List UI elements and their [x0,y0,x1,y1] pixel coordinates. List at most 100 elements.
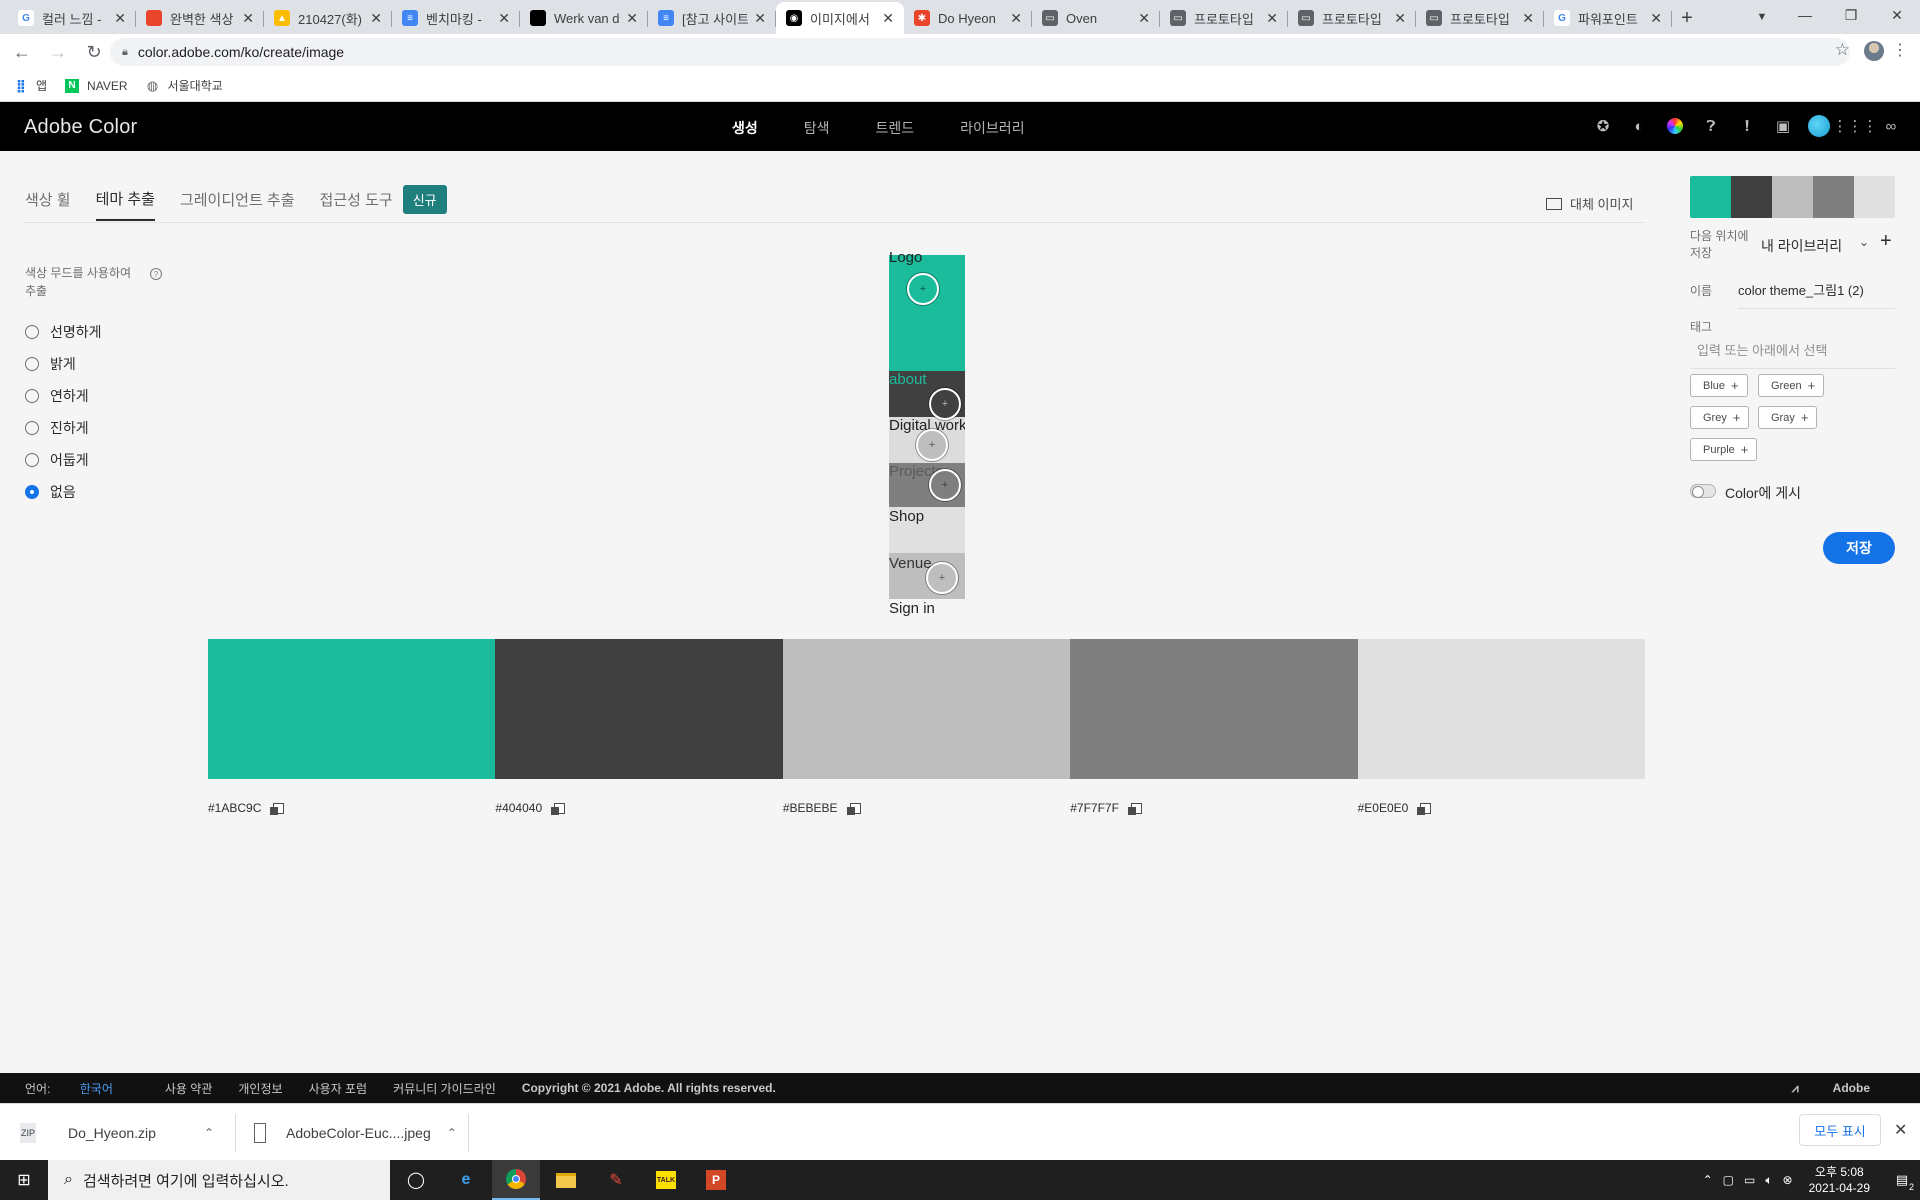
feedback-icon[interactable]: ❗︎ [1736,115,1758,137]
color-swatch[interactable] [1070,639,1358,779]
close-tab-icon[interactable]: ✕ [1650,10,1662,27]
theme-name-input[interactable]: color theme_그림1 (2) [1738,280,1895,309]
tab-accessibility[interactable]: 접근성 도구 [320,187,393,220]
mood-option[interactable]: 연하게 [25,380,102,412]
nav-library[interactable]: 라이브러리 [960,118,1024,138]
mood-option[interactable]: 없음 [25,476,102,508]
copy-icon[interactable] [846,802,861,815]
kakaotalk-icon[interactable]: TALK [642,1160,690,1200]
chevron-down-icon[interactable]: ⌄ [1859,235,1869,249]
bookmark-star-icon[interactable]: ☆ [1835,40,1850,60]
color-picker-4[interactable]: + [929,469,961,501]
avatar-icon[interactable] [1808,115,1830,137]
tray-status-icon[interactable]: ⊗ [1783,1173,1793,1187]
library-select[interactable]: 내 라이브러리 [1761,236,1842,256]
chevron-up-icon[interactable]: ⌃ [447,1126,457,1140]
browser-tab[interactable]: G 컬러 느낌 - ✕ [8,2,136,34]
taskbar-search[interactable]: ⌕ 검색하려면 여기에 입력하십시오. [48,1160,390,1200]
windows-start-icon[interactable]: ⊞ [0,1160,48,1200]
mood-option[interactable]: 선명하게 [25,316,102,348]
footer-link-terms[interactable]: 사용 약관 [165,1080,213,1097]
copy-icon[interactable] [1127,802,1142,815]
color-swatch[interactable] [495,639,783,779]
hex-code[interactable]: #E0E0E0 [1358,801,1409,815]
browser-tab[interactable]: ◉ 이미지에서 ✕ [776,2,904,34]
task-view-icon[interactable]: ◯ [392,1160,440,1200]
tab-extract-theme[interactable]: 테마 추출 [95,186,155,221]
menu-icon[interactable]: ⋮ [1892,40,1908,60]
radio-button[interactable] [25,485,39,499]
back-icon[interactable]: ← [4,34,40,70]
close-tab-icon[interactable]: ✕ [626,10,638,27]
footer-link-forum[interactable]: 사용자 포럼 [309,1080,368,1097]
brand-title[interactable]: Adobe Color [24,116,137,139]
browser-tab[interactable]: Werk van d ✕ [520,2,648,34]
address-bar[interactable]: 🔒︎ color.adobe.com/ko/create/image [110,38,1850,66]
browser-tab[interactable]: ≡ 벤치마킹 - ✕ [392,2,520,34]
ie-icon[interactable]: e [442,1160,490,1200]
download-item[interactable]: ZIP Do_Hyeon.zip ⌃ [20,1104,220,1161]
bookmark-naver[interactable]: N NAVER [65,78,128,93]
tray-device-icon[interactable]: ▢ [1723,1173,1734,1187]
creative-cloud-icon[interactable]: ∞ [1880,115,1902,137]
replace-image-button[interactable]: 대체 이미지 [1546,194,1633,213]
copy-icon[interactable] [551,802,566,815]
bookmark-apps[interactable]: ⣿ 앱 [14,77,47,94]
close-tab-icon[interactable]: ✕ [370,10,382,27]
close-download-bar-icon[interactable]: ✕ [1894,1120,1907,1140]
network-icon[interactable]: ▭ [1744,1173,1755,1187]
clock[interactable]: 오후 5:08 2021-04-29 [1809,1164,1870,1196]
help-icon[interactable]: ❓︎ [1700,115,1722,137]
tag-chip-blue[interactable]: Blue + [1690,374,1748,397]
radio-button[interactable] [25,389,39,403]
tag-chip-gray[interactable]: Gray + [1758,406,1818,429]
close-tab-icon[interactable]: ✕ [1266,10,1278,27]
new-tab-button[interactable]: + [1672,2,1702,34]
nav-explore[interactable]: 탐색 [804,118,830,138]
radio-button[interactable] [25,453,39,467]
browser-tab[interactable]: ▭ 프로토타입 ✕ [1416,2,1544,34]
color-picker-5[interactable]: + [926,562,958,594]
apps-grid-icon[interactable]: ⋮⋮⋮ [1833,115,1878,137]
close-tab-icon[interactable]: ✕ [1010,10,1022,27]
language-selector[interactable]: 언어: 한국어 [25,1080,139,1097]
chat-icon[interactable]: ▣ [1772,115,1794,137]
tag-input[interactable]: 입력 또는 아래에서 선택 [1690,336,1895,369]
show-all-downloads-button[interactable]: 모두 표시 [1799,1114,1881,1146]
tray-chevron-icon[interactable]: ⌃ [1703,1173,1713,1187]
color-swatch[interactable] [1357,639,1646,779]
nav-create[interactable]: 생성 [732,118,758,138]
publish-toggle[interactable] [1690,484,1716,498]
reload-icon[interactable]: ↻ [76,34,112,70]
browser-tab[interactable]: ▲ 210427(화) ✕ [264,2,392,34]
volume-icon[interactable]: 🔈︎ [1765,1173,1772,1188]
file-explorer-icon[interactable] [542,1160,590,1200]
radio-button[interactable] [25,421,39,435]
radio-button[interactable] [25,325,39,339]
notification-icon[interactable]: ▤ 2 [1884,1160,1920,1200]
browser-tab[interactable]: G 파워포인트 ✕ [1544,2,1672,34]
color-picker-1[interactable]: + [907,273,939,305]
tab-color-wheel[interactable]: 색상 휠 [25,187,71,220]
close-tab-icon[interactable]: ✕ [754,10,766,27]
hex-code[interactable]: #1ABC9C [208,801,261,815]
tag-chip-grey[interactable]: Grey + [1690,406,1750,429]
close-tab-icon[interactable]: ✕ [1522,10,1534,27]
bookmark-snu[interactable]: ◍ 서울대학교 [146,77,223,94]
color-swatch[interactable] [208,639,496,779]
hex-code[interactable]: #BEBEBE [783,801,838,815]
browser-tab[interactable]: ▭ 프로토타입 ✕ [1288,2,1416,34]
powerpoint-icon[interactable]: P [692,1160,740,1200]
browser-tab[interactable]: ✱ Do Hyeon ✕ [904,2,1032,34]
footer-link-privacy[interactable]: 개인정보 [238,1080,282,1097]
close-tab-icon[interactable]: ✕ [114,10,126,27]
close-tab-icon[interactable]: ✕ [1138,10,1150,27]
color-wheel-icon[interactable] [1664,115,1686,137]
color-picker-3[interactable]: + [916,429,948,461]
forward-icon[interactable]: → [40,34,76,70]
chrome-icon[interactable] [492,1160,540,1200]
tab-extract-gradient[interactable]: 그레이디언트 추출 [180,187,295,220]
hex-code[interactable]: #404040 [495,801,542,815]
mood-option[interactable]: 밝게 [25,348,102,380]
close-tab-icon[interactable]: ✕ [242,10,254,27]
